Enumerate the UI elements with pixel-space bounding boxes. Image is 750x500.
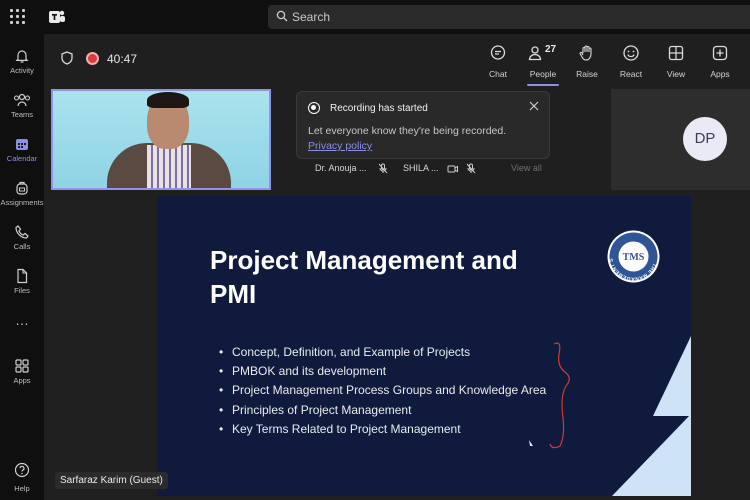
rail-item-assignments[interactable]: Assignments (0, 172, 44, 216)
people-label: People (529, 69, 557, 79)
add-app-icon (712, 45, 728, 61)
backpack-icon (16, 181, 28, 195)
people-button[interactable]: 27 People (521, 42, 565, 86)
chat-button[interactable]: Chat (476, 42, 520, 82)
mic-off-icon (466, 163, 476, 174)
smiley-icon (623, 45, 639, 61)
privacy-policy-link[interactable]: Privacy policy (308, 140, 372, 152)
rail-item-calendar[interactable]: Calendar (0, 128, 44, 172)
presenter-hair (147, 92, 189, 108)
help-label: Help (14, 484, 30, 493)
rail-item-activity[interactable]: Activity (0, 40, 44, 84)
rail-more-button[interactable]: … (0, 310, 44, 334)
rail-label: Calendar (6, 154, 38, 163)
rail-item-teams[interactable]: Teams (0, 84, 44, 128)
view-all-link[interactable]: View all (511, 163, 542, 173)
help-icon (14, 462, 30, 478)
calendar-icon (16, 139, 28, 150)
apps-label: Apps (710, 69, 730, 79)
view-layout-icon (668, 45, 684, 61)
teams-meeting-window: Search Activity Teams Calendar Assignmen… (0, 0, 750, 500)
teams-icon (13, 93, 31, 107)
top-bar: Search (0, 0, 750, 34)
hand-icon (579, 45, 592, 61)
rail-label: Files (14, 286, 30, 295)
meeting-timer: 40:47 (107, 52, 138, 66)
rail-item-apps[interactable]: Apps (0, 350, 44, 394)
close-icon[interactable] (529, 101, 539, 111)
record-icon (308, 102, 320, 114)
phone-icon (15, 225, 29, 239)
app-rail: Activity Teams Calendar Assignments Call… (0, 34, 44, 500)
search-input[interactable]: Search (268, 5, 750, 29)
rail-item-calls[interactable]: Calls (0, 216, 44, 260)
rail-label: Apps (13, 376, 31, 385)
rail-item-files[interactable]: Files (0, 260, 44, 304)
help-button[interactable]: Help (0, 462, 44, 496)
people-count: 27 (545, 44, 557, 55)
rail-label: Teams (10, 110, 34, 119)
search-placeholder: Search (292, 10, 331, 24)
presenter-video-tile[interactable] (51, 89, 271, 190)
participant-name[interactable]: SHILA ... (403, 163, 439, 173)
shield-icon[interactable] (60, 51, 74, 65)
avatar: DP (683, 117, 727, 161)
chat-label: Chat (489, 69, 507, 79)
slide-decoration (529, 336, 691, 496)
people-icon (528, 46, 542, 61)
presentation-slide: Project Management and PMI Concept, Defi… (157, 196, 691, 496)
app-launcher-icon[interactable] (10, 9, 26, 25)
apps-grid-icon (15, 359, 29, 373)
more-icon: … (15, 312, 29, 328)
participant-name[interactable]: Dr. Anouja ... (315, 163, 367, 173)
rail-label: Assignments (0, 198, 44, 207)
toast-message: Let everyone know they're being recorded… (308, 125, 507, 137)
teams-logo-icon (47, 7, 67, 27)
view-label: View (666, 69, 686, 79)
meeting-header: 40:47 Chat 27 People Raise React View Ap… (44, 34, 750, 86)
presenter-name-tag: Sarfaraz Karim (Guest) (55, 472, 168, 489)
rail-label: Activity (10, 66, 34, 75)
hand-raised-icon (447, 165, 458, 173)
presenter-shirt (147, 145, 191, 188)
recording-toast: Recording has started Let everyone know … (296, 91, 550, 159)
recording-indicator-icon (86, 52, 99, 65)
raise-hand-button[interactable]: Raise (565, 42, 609, 82)
search-icon (276, 10, 288, 22)
apps-button[interactable]: Apps (698, 42, 742, 82)
bell-icon (15, 50, 29, 63)
rail-label: Calls (13, 242, 31, 251)
participant-tile[interactable]: DP (611, 89, 750, 190)
mic-off-icon (378, 163, 388, 174)
toast-title: Recording has started (330, 103, 428, 114)
raise-label: Raise (576, 69, 598, 79)
react-label: React (619, 69, 643, 79)
react-button[interactable]: React (609, 42, 653, 82)
view-button[interactable]: View (654, 42, 698, 82)
file-icon (17, 268, 28, 284)
chat-icon (490, 45, 506, 60)
